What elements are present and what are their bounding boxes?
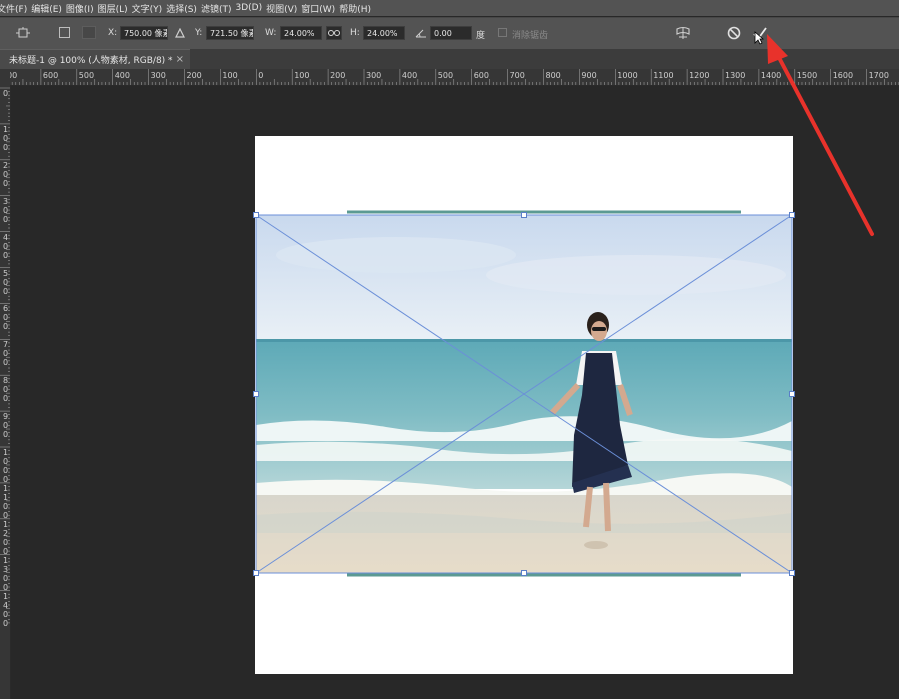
- ruler-h-label: 00: [10, 71, 18, 80]
- menu-item-0[interactable]: 文件(F): [0, 2, 31, 15]
- ruler-h-label: 1200: [689, 71, 710, 80]
- menu-item-3[interactable]: 图层(L): [98, 2, 132, 15]
- menu-bar: 文件(F) 编辑(E) 图像(I) 图层(L) 文字(Y) 选择(S) 滤镜(T) 3D(D)…: [0, 0, 899, 16]
- transform-handle-top-left[interactable]: [253, 212, 259, 218]
- ruler-v-label: 200: [2, 160, 9, 188]
- ruler-h-label: 600: [473, 71, 489, 80]
- reference-point-checkbox[interactable]: [59, 27, 70, 38]
- ruler-v-label: 500: [2, 268, 9, 296]
- transform-handle-bottom-right[interactable]: [789, 570, 795, 576]
- ruler-v-label: 1100: [2, 483, 9, 520]
- ruler-h-label: 500: [78, 71, 95, 80]
- ruler-h-label: 700: [509, 71, 525, 80]
- ruler-h-label: 100: [222, 71, 238, 80]
- anti-alias-label: 消除锯齿: [512, 31, 549, 41]
- transform-handle-middle-right[interactable]: [789, 391, 795, 397]
- transform-handle-bottom-left[interactable]: [253, 570, 259, 576]
- options-bar: X: 750.00 像素 Y: 721.50 像素 W: 24.00% H: 2…: [0, 17, 899, 50]
- ruler-h-label: 1400: [760, 71, 782, 80]
- y-position-field[interactable]: 721.50 像素: [206, 26, 254, 40]
- width-field[interactable]: 24.00%: [280, 26, 322, 40]
- ruler-h-label: 500: [437, 71, 454, 80]
- x-position-field[interactable]: 750.00 像素: [120, 26, 168, 40]
- ruler-h-label: 1100: [653, 71, 674, 80]
- h-label: H:: [350, 28, 360, 38]
- link-proportions-icon[interactable]: [326, 26, 342, 40]
- ruler-v-label: 600: [2, 304, 9, 332]
- ruler-h-label: 100: [294, 71, 310, 80]
- ruler-h-label: 200: [186, 71, 202, 80]
- transform-handle-bottom-middle[interactable]: [521, 570, 527, 576]
- menu-item-2[interactable]: 图像(I): [66, 2, 98, 15]
- menu-item-10[interactable]: 帮助(H): [339, 2, 375, 15]
- ruler-h-label: 300: [366, 71, 382, 80]
- height-field[interactable]: 24.00%: [363, 26, 405, 40]
- horizontal-ruler[interactable]: 0060050040030020010001002003004005006007…: [10, 69, 899, 86]
- menu-item-8[interactable]: 视图(V): [266, 2, 301, 15]
- x-label: X:: [108, 28, 118, 38]
- ruler-h-label: 600: [42, 71, 59, 80]
- anti-alias-checkbox[interactable]: [498, 28, 507, 37]
- transform-handle-top-middle[interactable]: [521, 212, 527, 218]
- document-tab[interactable]: 未标题-1 @ 100% (人物素材, RGB/8) * ×: [0, 49, 190, 69]
- ruler-corner[interactable]: [0, 69, 10, 85]
- reference-point-grid-icon[interactable]: [82, 26, 96, 39]
- ruler-v-label: 1300: [2, 555, 9, 592]
- document-tab-bar: 未标题-1 @ 100% (人物素材, RGB/8) * ×: [0, 49, 899, 69]
- ruler-h-label: 1600: [832, 71, 854, 80]
- relative-position-icon[interactable]: [174, 27, 186, 39]
- menu-item-7[interactable]: 3D(D): [235, 3, 266, 13]
- ruler-v-label: 400: [2, 232, 9, 260]
- ruler-h-label: 300: [150, 71, 166, 80]
- menu-item-4[interactable]: 文字(Y): [132, 2, 167, 15]
- photo-layer[interactable]: [256, 215, 792, 573]
- close-tab-icon[interactable]: ×: [176, 54, 184, 65]
- ruler-h-label: 1700: [868, 71, 889, 80]
- ruler-h-label: 800: [545, 71, 561, 80]
- document-tab-title: 未标题-1 @ 100% (人物素材, RGB/8) *: [9, 56, 173, 66]
- ruler-h-label: 400: [114, 71, 130, 80]
- rotate-angle-icon: [414, 27, 428, 39]
- ruler-v-label: 900: [2, 412, 9, 440]
- w-label: W:: [265, 28, 277, 38]
- ruler-v-label: 300: [2, 196, 9, 224]
- ruler-v-label: 100: [2, 124, 9, 152]
- warp-mode-icon[interactable]: [674, 24, 692, 42]
- transform-reference-icon[interactable]: [14, 25, 32, 41]
- transform-handle-top-right[interactable]: [789, 212, 795, 218]
- ruler-h-label: 1300: [725, 71, 746, 80]
- ruler-h-label: 200: [330, 71, 346, 80]
- menu-item-6[interactable]: 滤镜(T): [201, 2, 236, 15]
- menu-item-5[interactable]: 选择(S): [166, 2, 201, 15]
- menu-item-1[interactable]: 编辑(E): [31, 2, 66, 15]
- ruler-v-label: 800: [2, 376, 9, 404]
- ruler-h-label: 1000: [617, 71, 638, 80]
- menu-item-9[interactable]: 窗口(W): [301, 2, 339, 15]
- angle-unit: 度: [476, 31, 486, 41]
- ruler-h-label: 0: [258, 71, 264, 80]
- mouse-cursor-icon: [754, 31, 764, 45]
- ruler-v-label: 700: [2, 340, 9, 368]
- angle-field[interactable]: 0.00: [430, 26, 472, 40]
- ruler-v-label: 1000: [2, 448, 9, 484]
- ruler-h-label: 1500: [796, 71, 818, 80]
- transform-handle-middle-left[interactable]: [253, 391, 259, 397]
- cancel-transform-icon[interactable]: [725, 24, 743, 42]
- y-label: Y:: [195, 28, 203, 38]
- ruler-h-label: 900: [581, 71, 597, 80]
- ruler-v-label: 1400: [2, 591, 9, 628]
- beach-photo: [256, 215, 792, 573]
- ruler-h-label: 400: [401, 71, 418, 80]
- ruler-v-label: 0: [2, 89, 9, 98]
- vertical-ruler[interactable]: 0 100 200 300 400 500 600 700 800 900 100011001200…: [0, 85, 11, 699]
- ruler-v-label: 1200: [2, 519, 9, 556]
